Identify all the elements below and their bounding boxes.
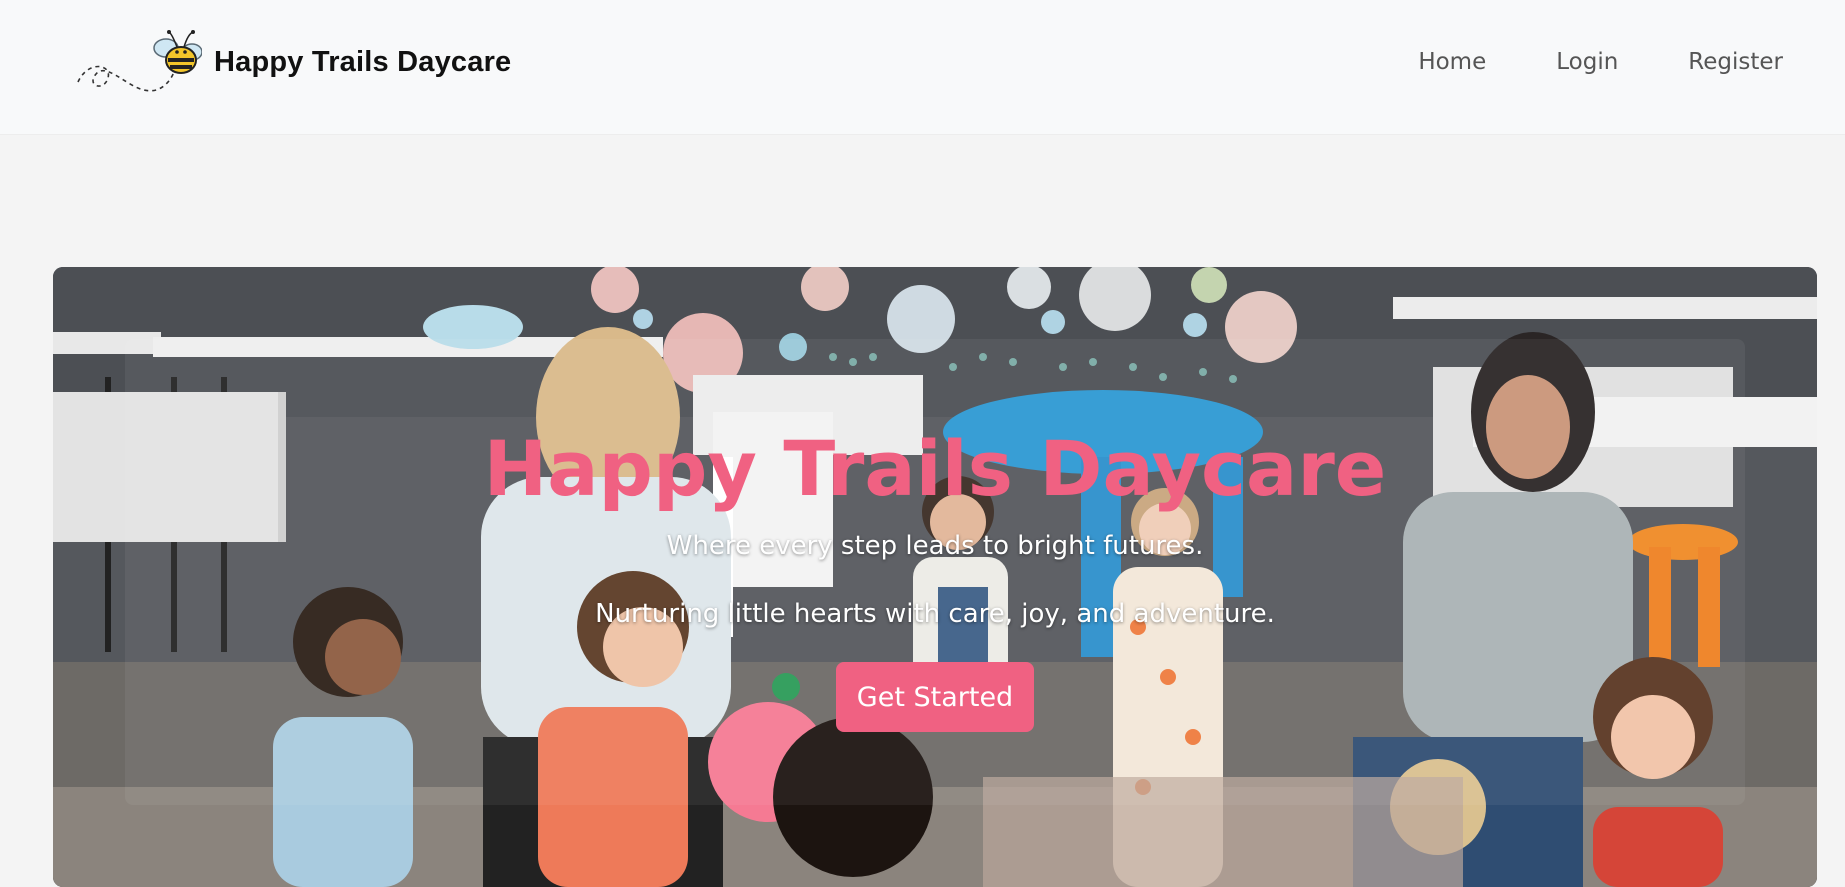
nav-login-link[interactable]: Login (1556, 44, 1618, 80)
hero-subtitle: Where every step leads to bright futures… (666, 531, 1204, 561)
main-nav: Home Login Register (1348, 44, 1783, 80)
nav-home-link[interactable]: Home (1418, 44, 1486, 80)
nav-register-link[interactable]: Register (1688, 44, 1783, 80)
hero-overlay (125, 339, 1745, 805)
bee-icon (77, 30, 202, 92)
brand-name: Happy Trails Daycare (214, 45, 512, 78)
hero-title: Happy Trails Daycare (483, 424, 1387, 513)
hero-banner: Happy Trails Daycare Where every step le… (53, 267, 1817, 887)
navbar: Happy Trails Daycare Home Login Register (0, 0, 1845, 135)
get-started-button[interactable]: Get Started (836, 662, 1034, 732)
brand-link[interactable]: Happy Trails Daycare (74, 20, 511, 104)
hero-tagline: Nurturing little hearts with care, joy, … (595, 599, 1275, 629)
